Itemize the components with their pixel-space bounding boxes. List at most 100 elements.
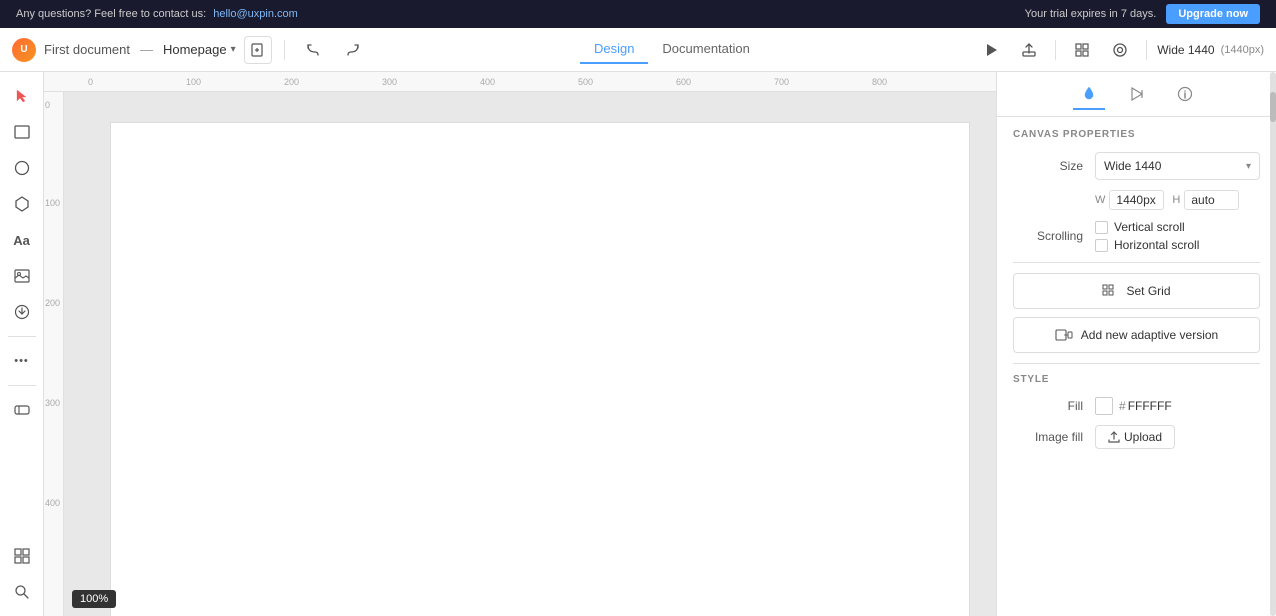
document-name[interactable]: First document [44, 42, 130, 57]
scroll-indicator [1270, 72, 1276, 616]
dropdown-arrow-icon: ▾ [1246, 161, 1251, 172]
page-name-selector[interactable]: Homepage ▾ [163, 42, 236, 57]
image-tool-icon [14, 269, 30, 283]
tool-image[interactable] [6, 260, 38, 292]
preview-button[interactable] [975, 34, 1007, 66]
redo-icon [345, 42, 361, 58]
search-tool-icon [14, 584, 30, 600]
tool-more[interactable]: ••• [6, 345, 38, 377]
upload-button[interactable]: Upload [1095, 425, 1175, 449]
sidebar-divider-1 [8, 336, 36, 337]
design-canvas[interactable]: 100% [64, 92, 996, 616]
canvas-properties-section: CANVAS PROPERTIES Size Wide 1440 ▾ W 144… [997, 117, 1276, 471]
horizontal-scroll-label: Horizontal scroll [1114, 238, 1199, 252]
tool-select[interactable] [6, 80, 38, 112]
right-tab-info[interactable] [1169, 78, 1201, 110]
panel-divider-1 [1013, 262, 1260, 263]
size-dropdown-control: Wide 1440 ▾ [1095, 152, 1260, 180]
size-dropdown[interactable]: Wide 1440 ▾ [1095, 152, 1260, 180]
component-tool-icon [14, 196, 30, 212]
trial-text: Your trial expires in 7 days. [1025, 8, 1157, 20]
panel-divider-2 [1013, 363, 1260, 364]
breadcrumb: First document — Homepage ▾ [44, 42, 236, 57]
tool-ellipse[interactable] [6, 152, 38, 184]
sidebar-divider-2 [8, 385, 36, 386]
tool-rectangle[interactable] [6, 116, 38, 148]
info-tab-icon [1177, 86, 1193, 102]
contact-email-link[interactable]: hello@uxpin.com [213, 8, 298, 20]
vertical-scroll-option: Vertical scroll [1095, 220, 1199, 234]
left-sidebar: Aa ••• [0, 72, 44, 616]
canvas-size-label-text: Wide 1440 [1157, 43, 1214, 57]
width-field: W 1440px [1095, 190, 1164, 210]
ruler-horizontal: 0 100 200 300 400 500 600 700 800 [44, 72, 996, 92]
cursor-icon [14, 88, 30, 104]
breadcrumb-separator: — [140, 42, 153, 57]
width-value[interactable]: 1440px [1109, 190, 1164, 210]
comments-button[interactable] [1104, 34, 1136, 66]
main-tab-nav: Design Documentation [580, 35, 764, 64]
comments-icon [1112, 42, 1128, 58]
set-grid-label: Set Grid [1126, 284, 1170, 298]
tab-design[interactable]: Design [580, 35, 648, 64]
toolbar-divider-1 [284, 40, 285, 60]
fill-color-value[interactable]: FFFFFF [1128, 399, 1172, 413]
page-chevron-icon: ▾ [231, 44, 236, 55]
right-panel-tabs [997, 72, 1276, 117]
image-fill-row: Image fill Upload [1013, 425, 1260, 449]
fill-color-swatch[interactable] [1095, 397, 1113, 415]
height-label: H [1172, 194, 1180, 206]
height-value[interactable]: auto [1184, 190, 1239, 210]
add-page-button[interactable] [244, 36, 272, 64]
toolbar-divider-3 [1146, 40, 1147, 60]
logo-area: U [12, 38, 36, 62]
tool-bottom-1[interactable] [6, 540, 38, 572]
vertical-scroll-checkbox[interactable] [1095, 221, 1108, 234]
right-tab-design[interactable] [1073, 78, 1105, 110]
canvas-page-area[interactable] [110, 122, 970, 616]
add-adaptive-button[interactable]: Add new adaptive version [1013, 317, 1260, 353]
fill-control: # FFFFFF [1095, 397, 1172, 415]
share-button[interactable] [1013, 34, 1045, 66]
layers-button[interactable] [1066, 34, 1098, 66]
scrolling-row: Scrolling Vertical scroll Horizontal scr… [1013, 220, 1260, 252]
horizontal-scroll-option: Horizontal scroll [1095, 238, 1199, 252]
style-title: STYLE [1013, 374, 1260, 385]
redo-button[interactable] [337, 34, 369, 66]
logo-icon[interactable]: U [12, 38, 36, 62]
notice-text: Any questions? Feel free to contact us: … [16, 8, 298, 20]
horizontal-scroll-checkbox[interactable] [1095, 239, 1108, 252]
tool-bottom-2[interactable] [6, 576, 38, 608]
set-grid-button[interactable]: Set Grid [1013, 273, 1260, 309]
upload-icon [1108, 431, 1120, 443]
fill-hash: # [1119, 399, 1126, 413]
tool-component[interactable] [6, 188, 38, 220]
import-tool-icon [14, 304, 30, 320]
right-panel: CANVAS PROPERTIES Size Wide 1440 ▾ W 144… [996, 72, 1276, 616]
undo-icon [305, 42, 321, 58]
tool-text[interactable]: Aa [6, 224, 38, 256]
width-label: W [1095, 194, 1105, 206]
tool-interactions[interactable] [6, 394, 38, 426]
share-icon [1021, 42, 1037, 58]
layers-icon [1074, 42, 1090, 58]
fill-row: Fill # FFFFFF [1013, 397, 1260, 415]
right-tab-interactions[interactable] [1121, 78, 1153, 110]
vertical-scroll-label: Vertical scroll [1114, 220, 1185, 234]
rectangle-tool-icon [14, 125, 30, 139]
trial-area: Your trial expires in 7 days. Upgrade no… [1025, 4, 1260, 24]
add-adaptive-icon [1055, 328, 1073, 342]
undo-button[interactable] [297, 34, 329, 66]
design-tab-icon [1081, 85, 1097, 101]
tab-documentation[interactable]: Documentation [648, 35, 763, 64]
interactions-tab-icon [1129, 86, 1145, 102]
top-notification-bar: Any questions? Feel free to contact us: … [0, 0, 1276, 28]
tool-import[interactable] [6, 296, 38, 328]
toolbar-divider-2 [1055, 40, 1056, 60]
canvas-properties-title: CANVAS PROPERTIES [1013, 129, 1260, 140]
scroll-thumb[interactable] [1270, 92, 1276, 122]
canvas-area-wrapper: 0 100 200 300 400 500 600 700 800 0 100 … [44, 72, 996, 616]
ruler-vertical: 0 100 200 300 400 [44, 92, 64, 616]
upgrade-button[interactable]: Upgrade now [1166, 4, 1260, 24]
scrolling-label: Scrolling [1013, 229, 1083, 243]
